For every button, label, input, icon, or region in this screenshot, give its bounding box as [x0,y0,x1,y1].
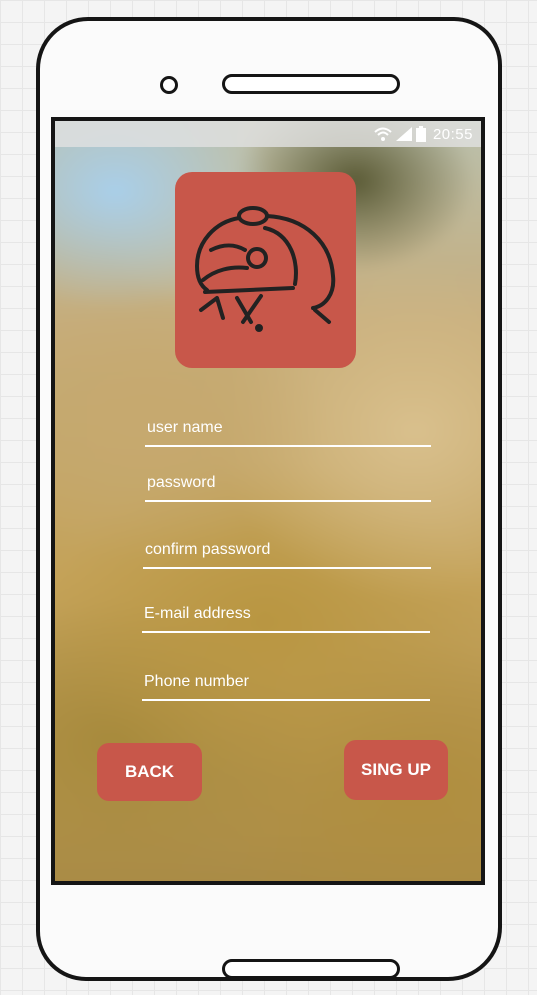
confirm-password-field[interactable] [143,533,431,569]
speaker-grille [222,74,400,94]
email-input[interactable] [142,597,430,631]
mascot-logo-icon [195,206,336,332]
wifi-icon [374,127,392,141]
phone-field[interactable] [142,665,430,701]
password-input[interactable] [145,466,431,500]
email-field[interactable] [142,597,430,633]
phone-screen: 20:55 user name E-mail address Phone num… [51,117,485,885]
sign-up-button[interactable]: SING UP [344,740,448,800]
status-time: 20:55 [432,125,473,143]
back-button[interactable]: BACK [97,743,202,801]
home-button[interactable] [222,959,400,979]
confirm-password-input[interactable] [143,533,431,567]
camera-icon [160,76,178,94]
username-input[interactable] [145,411,431,445]
phone-input[interactable] [142,665,430,699]
app-logo [175,172,356,368]
password-field[interactable] [145,466,431,502]
signal-icon [395,127,412,141]
status-bar: 20:55 [55,121,481,147]
battery-icon [415,126,426,142]
username-field[interactable] [145,411,431,447]
